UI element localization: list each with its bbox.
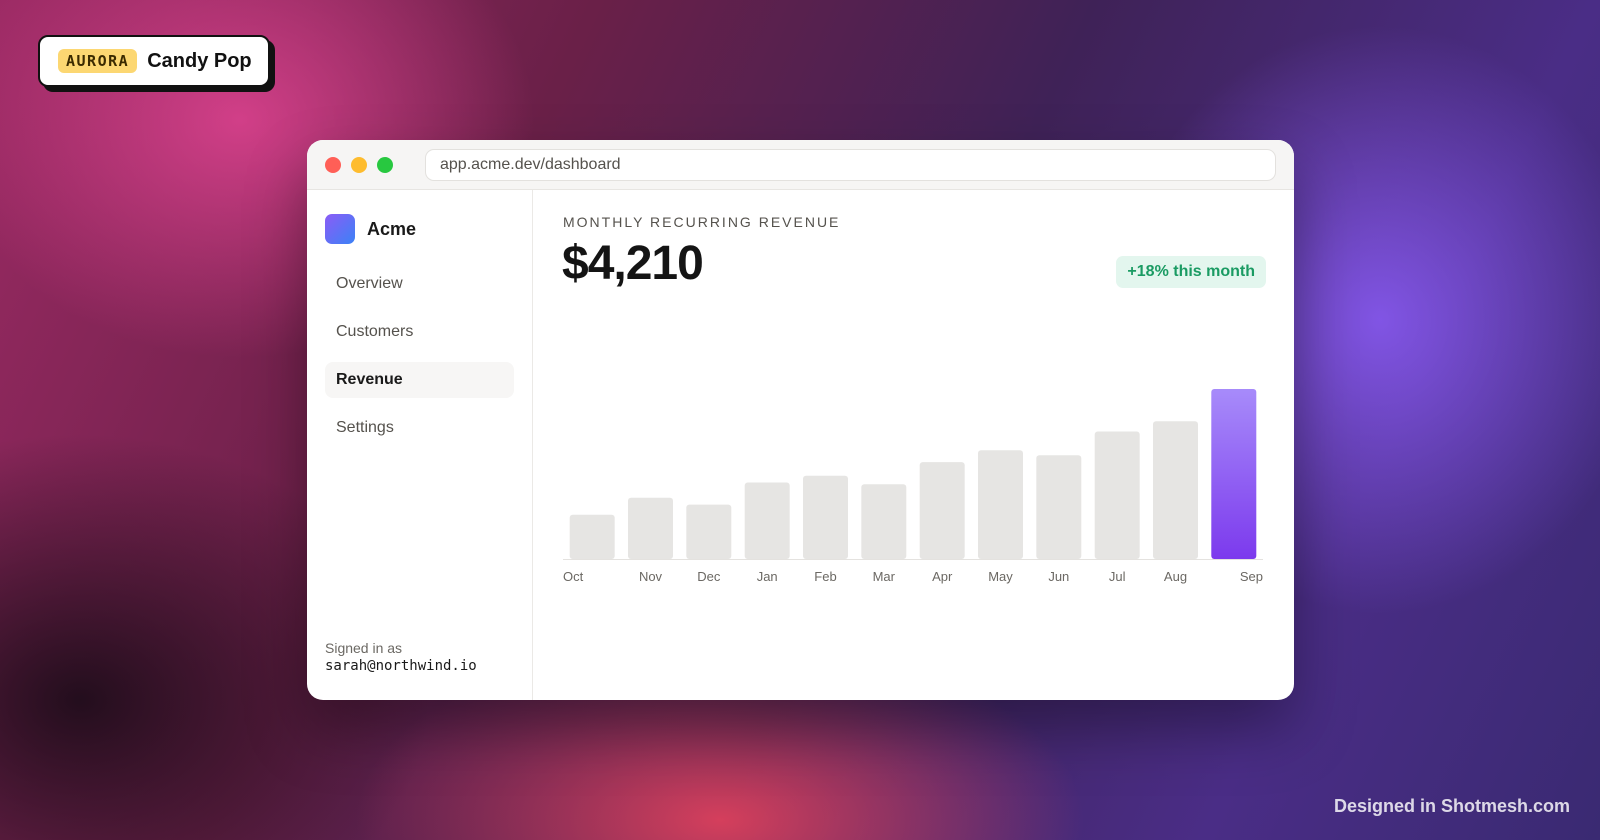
chart-bar-nov[interactable]	[628, 497, 673, 559]
theme-tag: AURORA	[58, 49, 138, 73]
sidebar-nav: Overview Customers Revenue Settings	[325, 266, 514, 446]
chart-bar-mar[interactable]	[861, 484, 907, 559]
close-window-button[interactable]	[325, 156, 341, 173]
chart-bar-jul[interactable]	[1094, 431, 1140, 560]
maximize-window-button[interactable]	[377, 156, 393, 173]
chart-tick-label-oct: Oct	[563, 569, 584, 584]
chart-bar-dec[interactable]	[686, 504, 732, 559]
chart-tick-label-apr: Apr	[932, 569, 953, 584]
revenue-bar-chart: Oct Nov Dec Jan Feb Mar Apr May Jun Jul Aug Sep	[563, 389, 1263, 584]
chart-bar-aug[interactable]	[1153, 421, 1198, 559]
chart-bar-jun[interactable]	[1036, 455, 1082, 559]
sidebar-item-revenue[interactable]: Revenue	[325, 362, 514, 398]
sidebar-item-overview[interactable]: Overview	[325, 266, 514, 302]
theme-badge: AURORA Candy Pop	[38, 35, 270, 87]
sidebar-item-customers[interactable]: Customers	[325, 314, 514, 350]
chart-tick-label-sep: Sep	[1240, 569, 1263, 584]
chart-tick-label-jul: Jul	[1109, 569, 1126, 584]
chart-tick-label-aug: Aug	[1164, 569, 1187, 584]
chart-tick-label-feb: Feb	[814, 569, 836, 584]
chart-bar-sep[interactable]	[1211, 389, 1257, 559]
chart-tick-label-may: May	[988, 569, 1013, 584]
signed-in-label: Signed in as	[325, 640, 403, 656]
signed-in-info: Signed in as sarah@northwind.io	[325, 640, 477, 674]
browser-titlebar: app.acme.dev/dashboard	[307, 140, 1294, 190]
chart-bar-oct[interactable]	[569, 514, 615, 559]
chart-bar-apr[interactable]	[919, 462, 965, 559]
brand-logo	[325, 214, 355, 244]
app-content: Acme Overview Customers Revenue Settings…	[307, 190, 1294, 700]
signed-in-email: sarah@northwind.io	[325, 658, 477, 674]
browser-window: app.acme.dev/dashboard Acme Overview Cus…	[307, 140, 1294, 700]
sidebar-item-settings[interactable]: Settings	[325, 410, 514, 446]
minimize-window-button[interactable]	[351, 156, 367, 173]
brand-name: Acme	[367, 218, 417, 239]
chart-tick-label-nov: Nov	[639, 569, 663, 584]
address-bar[interactable]: app.acme.dev/dashboard	[425, 148, 1276, 181]
chart-bar-jan[interactable]	[744, 482, 790, 560]
brand[interactable]: Acme	[325, 214, 514, 244]
chart-tick-label-dec: Dec	[697, 569, 721, 584]
sidebar: Acme Overview Customers Revenue Settings…	[307, 190, 533, 700]
chart-tick-label-jan: Jan	[757, 569, 778, 584]
footer-credit: Designed in Shotmesh.com	[1333, 796, 1570, 816]
main-panel: MONTHLY RECURRING REVENUE $4,210 +18% th…	[533, 190, 1294, 700]
chart-tick-label-jun: Jun	[1048, 569, 1069, 584]
chart-bar-may[interactable]	[978, 450, 1023, 559]
chart-tick-label-mar: Mar	[873, 569, 896, 584]
chart-bar-feb[interactable]	[803, 475, 848, 559]
theme-name: Candy Pop	[147, 49, 252, 72]
